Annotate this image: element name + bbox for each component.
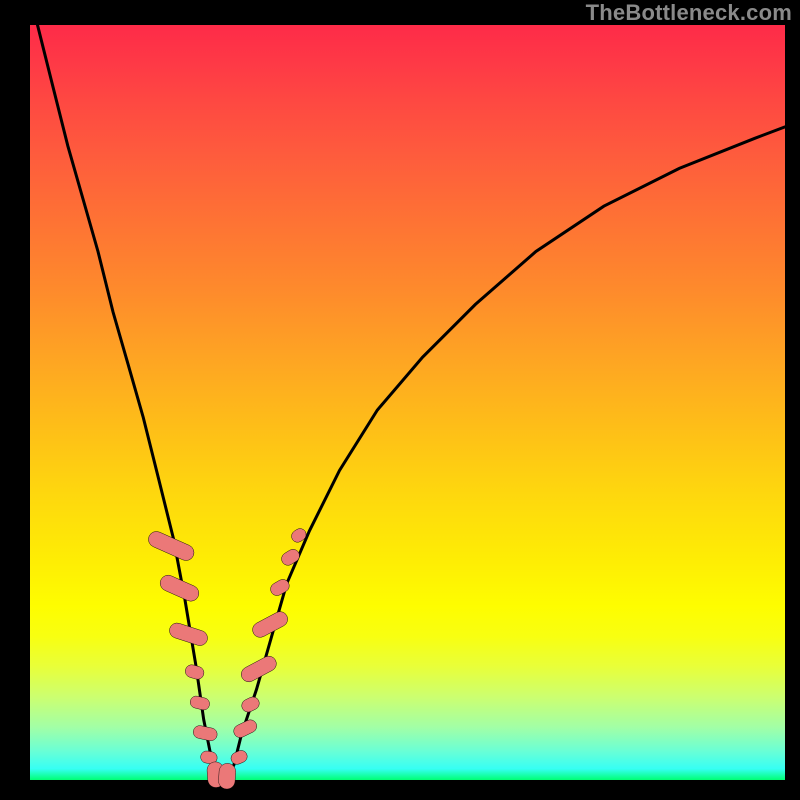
chart-stage: TheBottleneck.com: [0, 0, 800, 800]
curve-marker: [184, 663, 206, 681]
plot-background-gradient: [30, 25, 785, 780]
watermark-text: TheBottleneck.com: [586, 0, 792, 26]
chart-svg: [30, 25, 785, 780]
marker-layer: [146, 526, 309, 789]
curve-marker: [192, 724, 218, 742]
curve-marker: [229, 749, 249, 767]
curve-marker: [240, 695, 262, 714]
curve-marker: [218, 763, 236, 790]
curve-marker: [189, 695, 211, 711]
bottleneck-curve: [38, 25, 786, 780]
curve-marker: [250, 609, 290, 640]
curve-marker: [279, 547, 302, 568]
